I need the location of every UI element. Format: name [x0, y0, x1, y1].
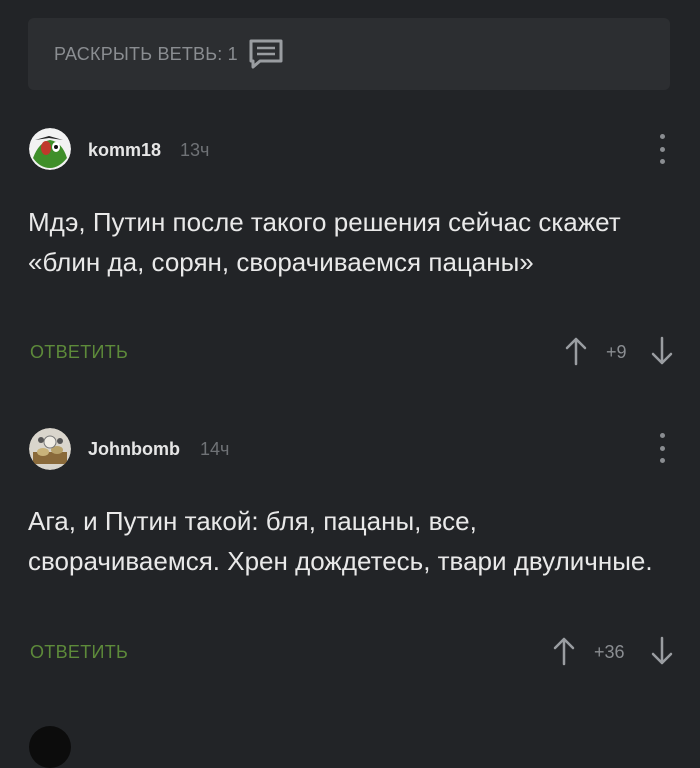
avatar[interactable]	[29, 128, 71, 170]
expand-thread-button[interactable]: РАСКРЫТЬ ВЕТВЬ: 1	[28, 18, 670, 90]
comment-text: Мдэ, Путин после такого решения сейчас с…	[28, 207, 621, 277]
upvote-arrow-icon[interactable]	[564, 336, 588, 366]
username[interactable]: Johnbomb	[88, 439, 180, 460]
expand-thread-label: РАСКРЫТЬ ВЕТВЬ: 1	[54, 43, 238, 64]
comment-text: Ага, и Путин такой: бля, пацаны, все, св…	[28, 506, 653, 576]
reply-button[interactable]: ОТВЕТИТЬ	[30, 642, 128, 663]
rating: +9	[606, 342, 627, 362]
upvote-arrow-icon[interactable]	[552, 636, 576, 666]
comment-time: 14ч	[200, 439, 230, 459]
more-options-icon[interactable]	[656, 134, 668, 164]
comment-bubble-icon	[248, 38, 284, 70]
comment-time: 13ч	[180, 140, 210, 160]
reply-button[interactable]: ОТВЕТИТЬ	[30, 342, 128, 363]
more-options-icon[interactable]	[656, 433, 668, 463]
downvote-arrow-icon[interactable]	[650, 636, 674, 666]
avatar[interactable]	[29, 726, 71, 768]
username[interactable]: komm18	[88, 140, 161, 161]
downvote-arrow-icon[interactable]	[650, 336, 674, 366]
avatar[interactable]	[29, 428, 71, 470]
rating: +36	[594, 642, 625, 662]
